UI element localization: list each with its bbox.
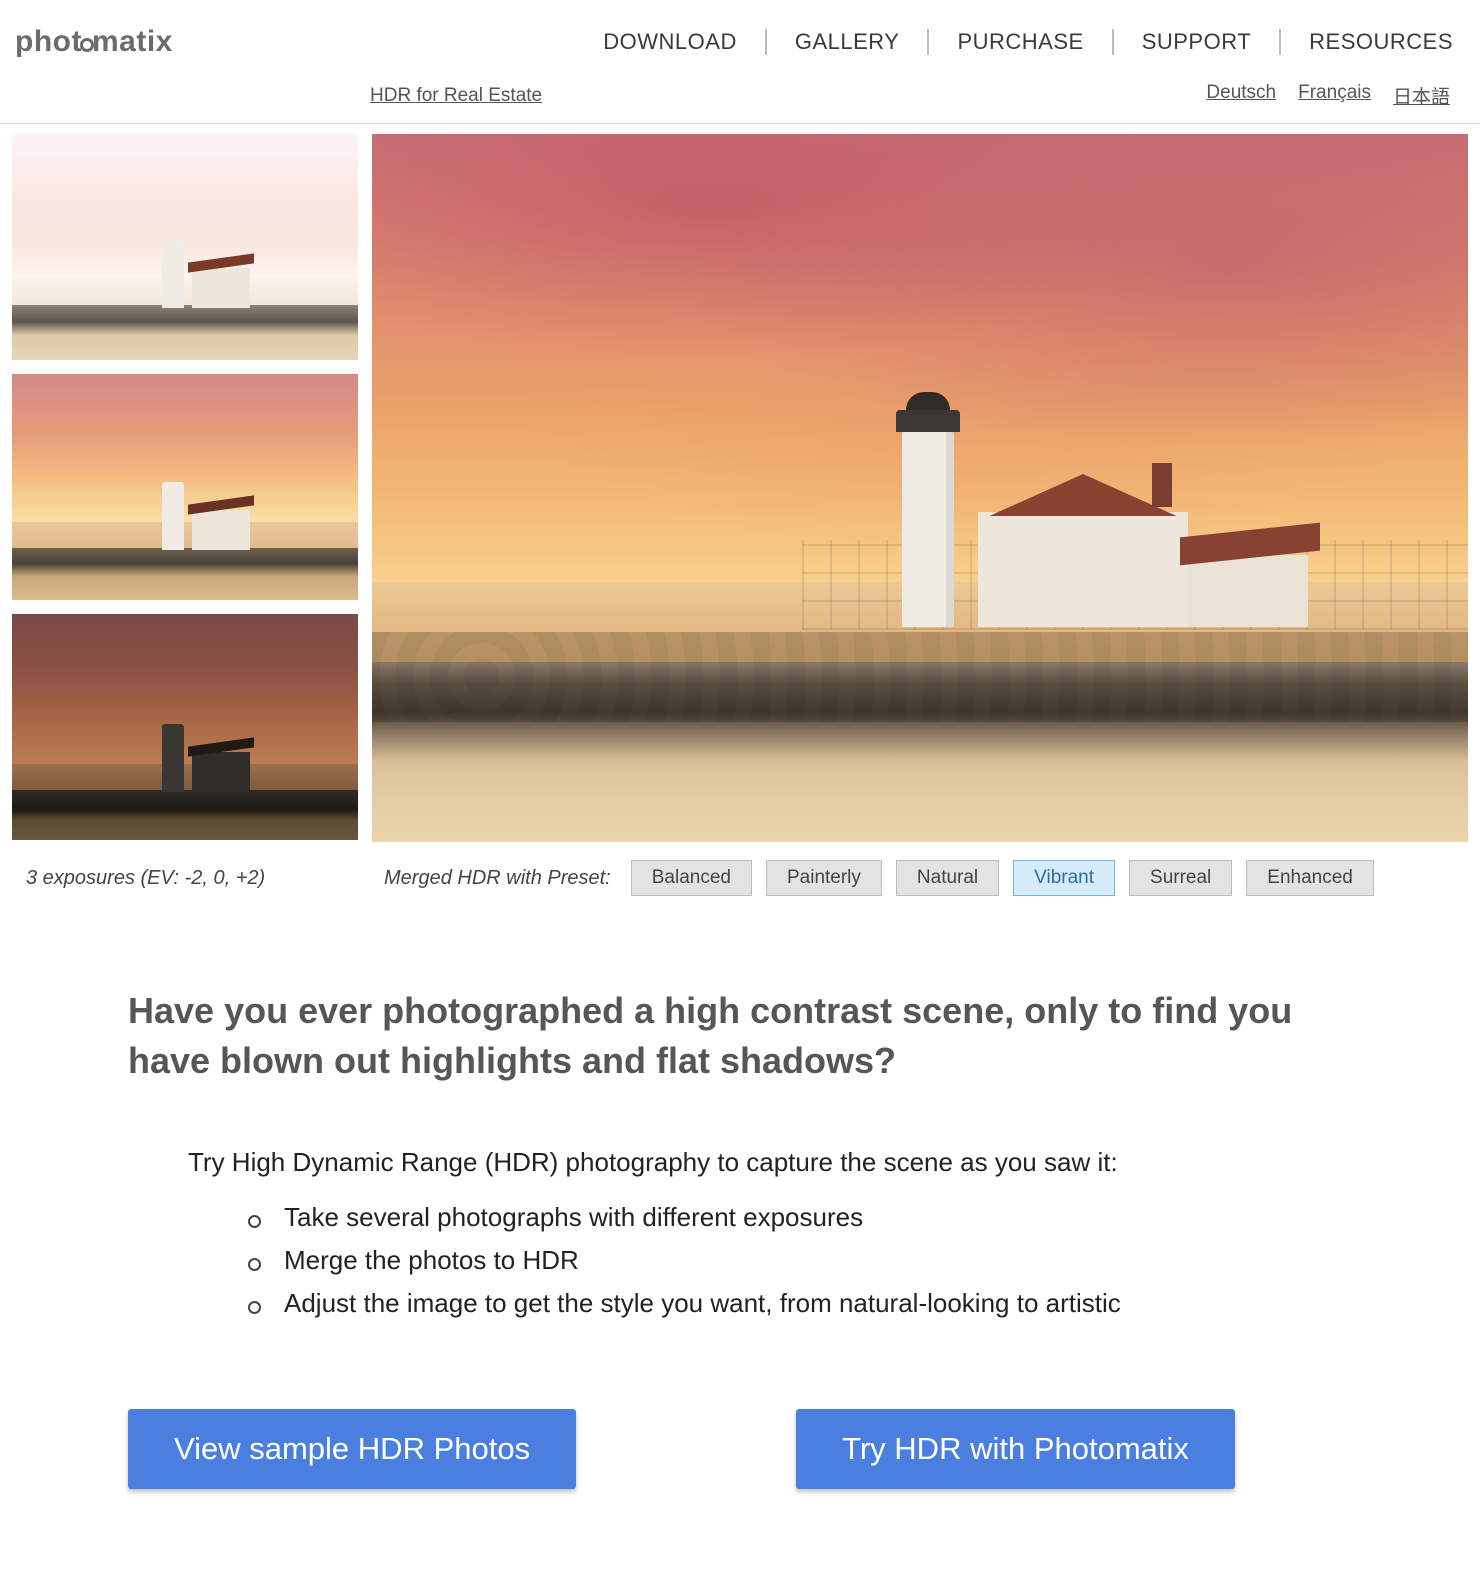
preset-row: Merged HDR with Preset: Balanced Painter… xyxy=(372,860,1468,896)
merged-hdr-image xyxy=(372,134,1468,842)
preset-painterly[interactable]: Painterly xyxy=(766,860,882,896)
nav-resources[interactable]: RESOURCES xyxy=(1281,29,1465,55)
subheader: HDR for Real Estate Deutsch Français 日本語 xyxy=(0,74,1480,124)
exposure-thumbnails xyxy=(12,134,358,842)
steps-list: Take several photographs with different … xyxy=(248,1202,1352,1319)
lang-francais[interactable]: Français xyxy=(1298,82,1371,109)
gallery-captions: 3 exposures (EV: -2, 0, +2) Merged HDR w… xyxy=(12,860,1468,896)
logo[interactable]: phot matix xyxy=(15,25,173,59)
main-nav: DOWNLOAD GALLERY PURCHASE SUPPORT RESOUR… xyxy=(575,29,1465,55)
step-item: Adjust the image to get the style you wa… xyxy=(248,1288,1352,1319)
intro-section: Have you ever photographed a high contra… xyxy=(110,986,1370,1489)
exposure-thumb-underexposed[interactable] xyxy=(12,614,358,840)
lang-japanese[interactable]: 日本語 xyxy=(1393,82,1450,109)
preset-vibrant[interactable]: Vibrant xyxy=(1013,860,1115,896)
step-item: Merge the photos to HDR xyxy=(248,1245,1352,1276)
nav-support[interactable]: SUPPORT xyxy=(1114,29,1281,55)
logo-text-post: matix xyxy=(92,25,173,58)
exposure-thumb-overexposed[interactable] xyxy=(12,134,358,360)
nav-gallery[interactable]: GALLERY xyxy=(767,29,930,55)
view-samples-button[interactable]: View sample HDR Photos xyxy=(128,1409,576,1489)
logo-dot-icon xyxy=(80,38,94,52)
step-item: Take several photographs with different … xyxy=(248,1202,1352,1233)
preset-balanced[interactable]: Balanced xyxy=(631,860,752,896)
lang-deutsch[interactable]: Deutsch xyxy=(1206,82,1276,109)
logo-text-pre: phot xyxy=(15,25,82,58)
exposures-caption: 3 exposures (EV: -2, 0, +2) xyxy=(12,867,358,890)
header: phot matix DOWNLOAD GALLERY PURCHASE SUPP… xyxy=(0,0,1480,74)
try-photomatix-button[interactable]: Try HDR with Photomatix xyxy=(796,1409,1235,1489)
preset-surreal[interactable]: Surreal xyxy=(1129,860,1232,896)
language-nav: Deutsch Français 日本語 xyxy=(1206,82,1450,109)
nav-purchase[interactable]: PURCHASE xyxy=(929,29,1113,55)
section-intro: Try High Dynamic Range (HDR) photography… xyxy=(188,1147,1352,1178)
preset-enhanced[interactable]: Enhanced xyxy=(1246,860,1374,896)
nav-download[interactable]: DOWNLOAD xyxy=(575,29,767,55)
preset-natural[interactable]: Natural xyxy=(896,860,999,896)
merged-caption: Merged HDR with Preset: xyxy=(384,867,611,890)
section-heading: Have you ever photographed a high contra… xyxy=(128,986,1352,1087)
hdr-real-estate-link[interactable]: HDR for Real Estate xyxy=(370,85,542,107)
exposure-thumb-normal[interactable] xyxy=(12,374,358,600)
cta-row: View sample HDR Photos Try HDR with Phot… xyxy=(128,1409,1352,1489)
gallery xyxy=(12,134,1468,842)
